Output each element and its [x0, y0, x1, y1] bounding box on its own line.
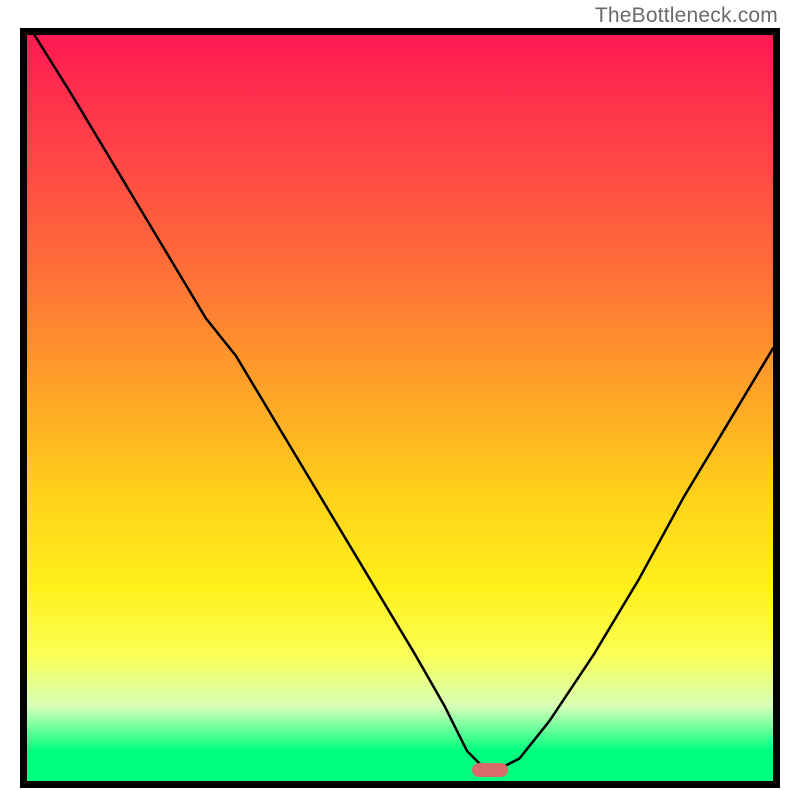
optimum-marker: [472, 763, 508, 777]
watermark-text: TheBottleneck.com: [595, 4, 778, 28]
curve-layer: [27, 35, 773, 781]
bottleneck-curve: [34, 35, 773, 774]
plot-area: [20, 28, 780, 788]
